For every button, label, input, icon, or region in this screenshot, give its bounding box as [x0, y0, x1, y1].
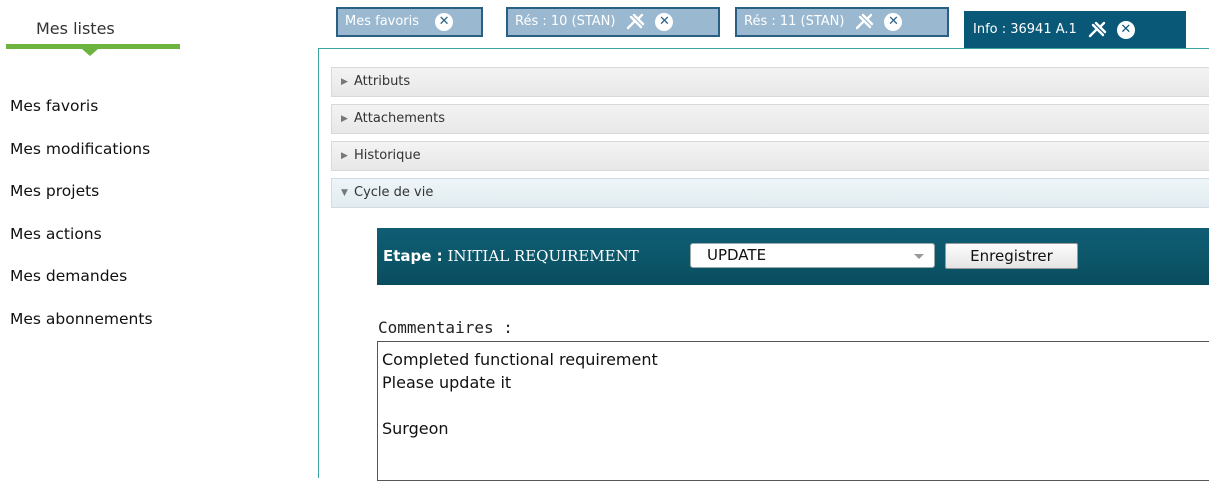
save-button[interactable]: Enregistrer	[945, 243, 1078, 269]
caret-down-icon: ▼	[341, 188, 348, 198]
comments-label: Commentaires :	[378, 318, 513, 337]
sidebar-item-projets[interactable]: Mes projets	[10, 180, 153, 223]
etape-prefix: Etape :	[383, 247, 443, 265]
tab-res-11[interactable]: Rés : 11 (STAN) ✕	[735, 7, 949, 37]
chevron-down-icon	[914, 254, 924, 259]
etape-label: Etape : INITIAL REQUIREMENT	[383, 247, 639, 265]
accordion-label: Attributs	[354, 74, 411, 89]
tab-res-10[interactable]: Rés : 10 (STAN) ✕	[506, 7, 720, 37]
tab-label: Mes favoris	[345, 14, 420, 29]
sidebar: Mes listes Mes favoris Mes modifications…	[0, 0, 300, 468]
sidebar-item-actions[interactable]: Mes actions	[10, 223, 153, 266]
pin-icon[interactable]	[1087, 21, 1107, 39]
sidebar-item-demandes[interactable]: Mes demandes	[10, 265, 153, 308]
tab-info-36941[interactable]: Info : 36941 A.1 ✕	[964, 11, 1186, 49]
close-icon[interactable]: ✕	[884, 13, 903, 31]
accordion-cycle-de-vie[interactable]: ▼ Cycle de vie	[331, 178, 1209, 208]
accordion-label: Attachements	[354, 111, 445, 126]
accordion-label: Cycle de vie	[354, 185, 434, 200]
caret-right-icon: ▶	[341, 151, 348, 161]
accordion-attachements[interactable]: ▶ Attachements	[331, 104, 1209, 134]
sidebar-list: Mes favoris Mes modifications Mes projet…	[10, 95, 153, 350]
etape-bar: Etape : INITIAL REQUIREMENT UPDATE Enreg…	[377, 228, 1209, 285]
comments-textarea[interactable]: Completed functional requirement Please …	[377, 341, 1209, 481]
sidebar-item-modifications[interactable]: Mes modifications	[10, 138, 153, 181]
sidebar-item-favoris[interactable]: Mes favoris	[10, 95, 153, 138]
sidebar-title-pointer	[82, 49, 98, 56]
close-icon[interactable]: ✕	[1116, 21, 1135, 39]
accordion-historique[interactable]: ▶ Historique	[331, 141, 1209, 171]
etape-select[interactable]: UPDATE	[690, 243, 935, 268]
tab-mes-favoris[interactable]: Mes favoris ✕	[336, 7, 483, 37]
tab-label: Rés : 11 (STAN)	[744, 14, 845, 29]
pin-icon[interactable]	[854, 13, 874, 31]
pin-icon[interactable]	[625, 13, 645, 31]
close-icon[interactable]: ✕	[435, 13, 454, 31]
accordion-attributs[interactable]: ▶ Attributs	[331, 67, 1209, 97]
etape-value: INITIAL REQUIREMENT	[447, 247, 639, 265]
tab-label: Rés : 10 (STAN)	[515, 14, 616, 29]
close-icon[interactable]: ✕	[655, 13, 674, 31]
caret-right-icon: ▶	[341, 77, 348, 87]
accordion-label: Historique	[354, 148, 421, 163]
tab-label: Info : 36941 A.1	[973, 22, 1077, 37]
caret-right-icon: ▶	[341, 114, 348, 124]
sidebar-item-abonnements[interactable]: Mes abonnements	[10, 308, 153, 351]
etape-select-value: UPDATE	[707, 246, 767, 264]
sidebar-title[interactable]: Mes listes	[36, 19, 115, 38]
